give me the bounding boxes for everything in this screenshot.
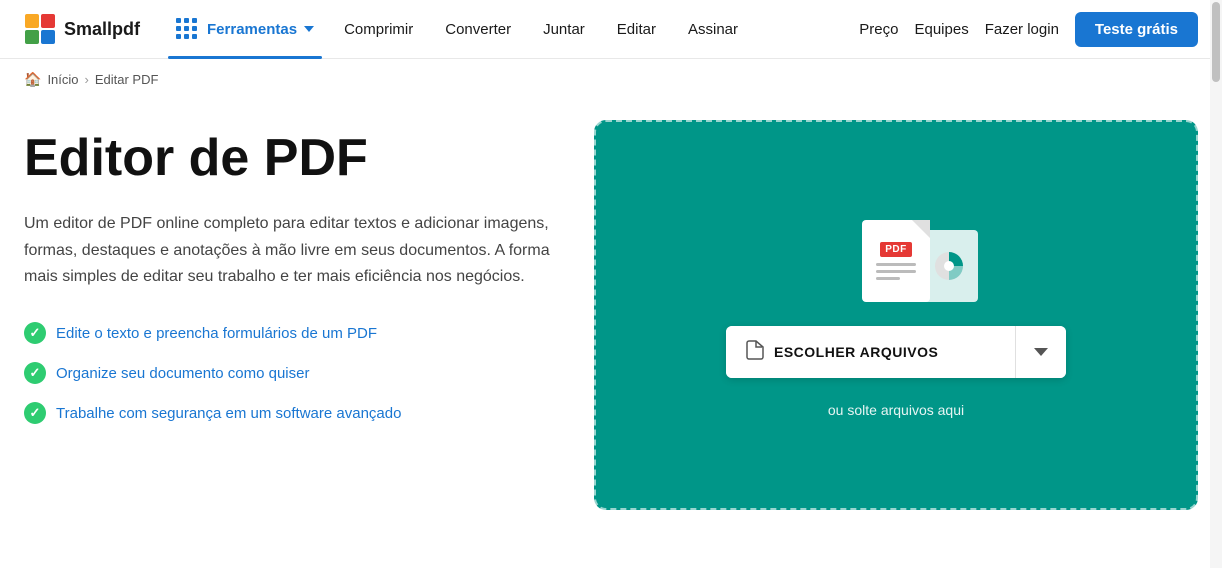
scrollbar-thumb	[1212, 2, 1220, 82]
choose-files-button[interactable]: ESCOLHER ARQUIVOS	[726, 326, 1016, 378]
doc-line-3	[876, 277, 900, 280]
features-list: Edite o texto e preencha formulários de …	[24, 322, 554, 424]
check-icon-1	[24, 322, 46, 344]
doc-line-1	[876, 263, 916, 266]
ferramentas-label: Ferramentas	[207, 21, 297, 38]
feature-item-3: Trabalhe com segurança em um software av…	[24, 402, 554, 424]
pdf-document-icon: PDF	[862, 220, 930, 302]
main-nav: Comprimir Converter Juntar Editar Assina…	[330, 15, 752, 44]
scrollbar[interactable]	[1210, 0, 1222, 568]
feature-text-2: Organize seu documento como quiser	[56, 365, 309, 382]
breadcrumb-separator: ›	[85, 72, 89, 87]
breadcrumb-home[interactable]: Início	[47, 72, 78, 87]
dropdown-arrow-icon	[1034, 348, 1048, 356]
trial-button[interactable]: Teste grátis	[1075, 12, 1198, 47]
nav-right: Preço Equipes Fazer login Teste grátis	[859, 12, 1198, 47]
login-button[interactable]: Fazer login	[985, 21, 1059, 38]
nav-assinar[interactable]: Assinar	[674, 15, 752, 44]
file-upload-icon	[746, 340, 764, 360]
file-icon	[746, 340, 764, 365]
feature-text-1: Edite o texto e preencha formulários de …	[56, 325, 377, 342]
breadcrumb-current: Editar PDF	[95, 72, 159, 87]
home-icon: 🏠	[24, 71, 41, 88]
check-icon-2	[24, 362, 46, 384]
choose-files-label: ESCOLHER ARQUIVOS	[774, 344, 938, 360]
feature-item-2: Organize seu documento como quiser	[24, 362, 554, 384]
doc-lines	[876, 263, 916, 280]
check-icon-3	[24, 402, 46, 424]
nav-equipes[interactable]: Equipes	[914, 21, 968, 38]
nav-comprimir[interactable]: Comprimir	[330, 15, 427, 44]
nav-editar[interactable]: Editar	[603, 15, 670, 44]
doc-line-2	[876, 270, 916, 273]
chevron-down-icon	[304, 26, 314, 32]
logo-text: Smallpdf	[64, 19, 140, 40]
main-content: Editor de PDF Um editor de PDF online co…	[0, 100, 1222, 550]
description: Um editor de PDF online completo para ed…	[24, 211, 554, 290]
page-title: Editor de PDF	[24, 130, 554, 187]
breadcrumb: 🏠 Início › Editar PDF	[0, 59, 1222, 100]
left-panel: Editor de PDF Um editor de PDF online co…	[24, 120, 554, 424]
feature-item-1: Edite o texto e preencha formulários de …	[24, 322, 554, 344]
header: Smallpdf Ferramentas Comprimir Converter…	[0, 0, 1222, 59]
logo[interactable]: Smallpdf	[24, 13, 140, 45]
nav-preco[interactable]: Preço	[859, 21, 898, 38]
feature-text-3: Trabalhe com segurança em um software av…	[56, 405, 401, 422]
nav-juntar[interactable]: Juntar	[529, 15, 599, 44]
logo-icon	[24, 13, 56, 45]
ferramentas-button[interactable]: Ferramentas	[168, 18, 322, 40]
pdf-badge: PDF	[880, 242, 912, 257]
pie-chart-icon	[931, 248, 967, 284]
upload-panel: PDF	[594, 120, 1198, 510]
drop-hint: ou solte arquivos aqui	[828, 402, 964, 418]
upload-icon-area: PDF	[862, 212, 930, 302]
apps-grid-icon	[176, 18, 198, 40]
choose-files-dropdown[interactable]	[1016, 326, 1066, 378]
choose-files-row: ESCOLHER ARQUIVOS	[726, 326, 1066, 378]
nav-converter[interactable]: Converter	[431, 15, 525, 44]
